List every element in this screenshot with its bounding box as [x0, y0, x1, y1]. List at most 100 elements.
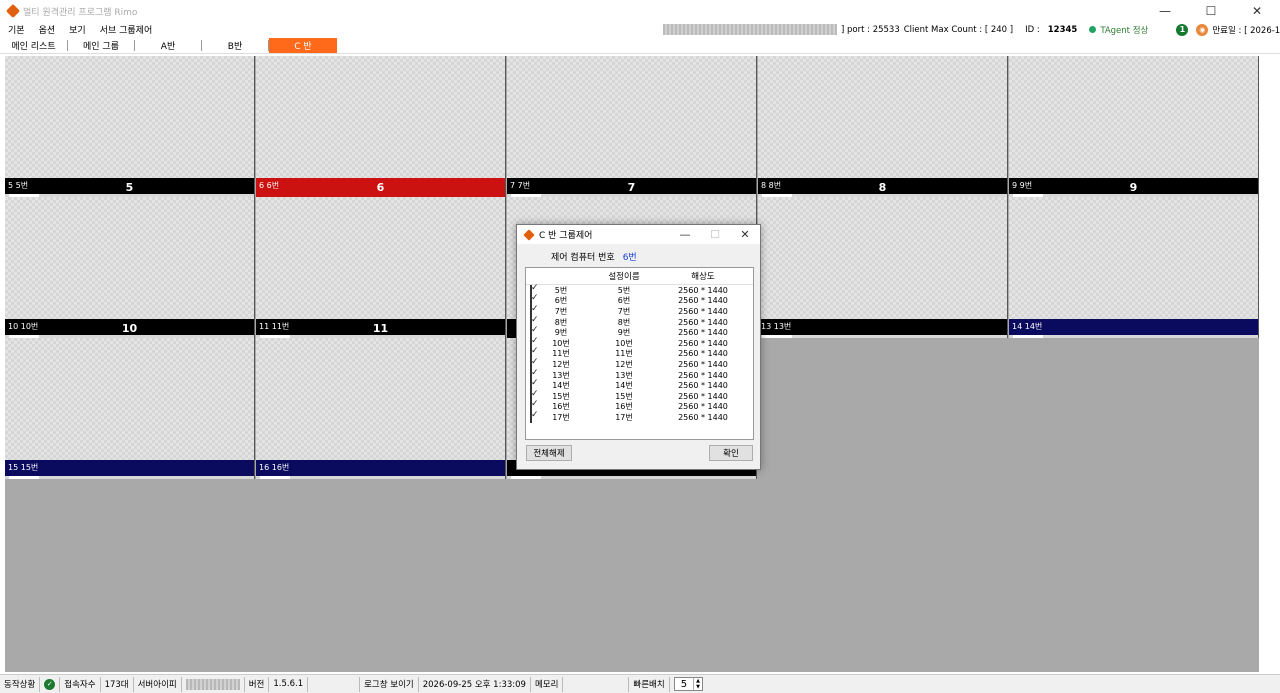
tile-bar: 9 9번 9 [1009, 178, 1258, 197]
expiry-date: 만료일 : [ 2026-12-19 (85 [1212, 25, 1280, 36]
list-row[interactable]: 13번 13번 2560 * 1440 [526, 369, 753, 381]
screen-tile-16[interactable]: 16 16번 [256, 338, 506, 479]
deselect-all-button[interactable]: 전체해제 [526, 445, 572, 461]
quick-layout-stepper[interactable]: 5 ▲ ▼ [673, 677, 704, 691]
computer-list[interactable]: 설정이름 해상도 5번5번2560 * 14406번6번2560 * 14407… [525, 267, 754, 440]
agent-status: TAgent 정상 [1100, 25, 1149, 36]
row-name: 17번 [615, 412, 633, 422]
tab-main-group[interactable]: 메인 그룹 [68, 40, 135, 52]
notification-badge[interactable]: 1 [1176, 23, 1189, 36]
tile-bar: 11 11번 11 [256, 319, 505, 338]
list-row[interactable]: 11번 11번 2560 * 1440 [526, 348, 753, 360]
taskbar-strip [5, 476, 254, 479]
quick-layout-label: 빠른배치 [629, 676, 670, 692]
group-tab-bar: 메인 리스트 메인 그룹 A반 B반 C 반 [0, 38, 1280, 54]
row-checkbox[interactable] [530, 411, 532, 423]
list-row[interactable]: 6번 6번 2560 * 1440 [526, 295, 753, 307]
row-resolution: 2560 * 1440 [678, 328, 728, 338]
dialog-close-button[interactable]: ✕ [730, 225, 760, 244]
row-resolution: 2560 * 1440 [678, 391, 728, 401]
close-button[interactable]: ✕ [1234, 0, 1280, 22]
screen-tile-9[interactable]: 9 9번 9 [1009, 56, 1259, 197]
row-resolution: 2560 * 1440 [678, 296, 728, 306]
taskbar-strip [1009, 335, 1258, 338]
server-ip-value [182, 676, 245, 692]
row-resolution: 2560 * 1440 [678, 381, 728, 391]
screen-tile-7[interactable]: 7 7번 7 [507, 56, 757, 197]
client-max-count: Client Max Count : [ 240 ] [903, 24, 1014, 35]
row-name: 16번 [615, 402, 633, 412]
stepper-down-icon[interactable]: ▼ [694, 684, 702, 690]
tile-number: 11 [372, 322, 389, 335]
row-name: 9번 [617, 328, 631, 338]
list-row[interactable]: 5번 5번 2560 * 1440 [526, 284, 753, 296]
list-row[interactable]: 10번 10번 2560 * 1440 [526, 337, 753, 349]
list-row[interactable]: 17번 17번 2560 * 1440 [526, 411, 753, 423]
maximize-button[interactable]: ☐ [1188, 0, 1234, 22]
list-header: 설정이름 해상도 [526, 268, 753, 285]
confirm-button[interactable]: 확인 [709, 445, 753, 461]
dialog-minimize-button[interactable]: — [670, 225, 700, 244]
row-resolution: 2560 * 1440 [678, 359, 728, 369]
tab-class-b[interactable]: B반 [202, 40, 269, 52]
row-number: 14번 [552, 381, 570, 391]
list-row[interactable]: 16번 16번 2560 * 1440 [526, 401, 753, 413]
menu-view[interactable]: 보기 [63, 23, 92, 36]
tab-class-c[interactable]: C 반 [269, 38, 337, 53]
row-number: 8번 [554, 317, 568, 327]
screen-tile-8[interactable]: 8 8번 8 [758, 56, 1008, 197]
stepper-arrows[interactable]: ▲ ▼ [693, 678, 702, 690]
status-ok: ✓ [40, 676, 61, 692]
list-row[interactable]: 12번 12번 2560 * 1440 [526, 358, 753, 370]
screen-tile-6[interactable]: 6 6번 6 [256, 56, 506, 197]
row-name: 14번 [615, 381, 633, 391]
screen-tile-15[interactable]: 15 15번 [5, 338, 255, 479]
tile-label: 16 16번 [259, 463, 290, 472]
list-row[interactable]: 7번 7번 2560 * 1440 [526, 305, 753, 317]
menu-options[interactable]: 옵션 [33, 23, 62, 36]
tile-number: 8 [878, 181, 887, 194]
list-row[interactable]: 14번 14번 2560 * 1440 [526, 380, 753, 392]
rss-icon[interactable]: ◉ [1196, 23, 1209, 36]
list-row[interactable]: 8번 8번 2560 * 1440 [526, 316, 753, 328]
quick-layout-value[interactable]: 5 [675, 679, 693, 690]
dialog-maximize-button: ☐ [710, 228, 720, 241]
tab-class-a[interactable]: A반 [135, 40, 202, 52]
row-resolution: 2560 * 1440 [678, 285, 728, 295]
status-spacer [308, 676, 361, 692]
server-address-masked [663, 24, 837, 35]
list-row[interactable]: 15번 15번 2560 * 1440 [526, 390, 753, 402]
row-resolution: 2560 * 1440 [678, 317, 728, 327]
tile-label: 15 15번 [8, 463, 39, 472]
menu-bar: 기본 옵션 보기 서브 그룹제어 ] port : 25533 Client M… [0, 22, 1280, 37]
screen-tile-14[interactable]: 14 14번 [1009, 197, 1259, 338]
window-controls: — ☐ ✕ [1142, 0, 1280, 22]
row-number: 13번 [552, 370, 570, 380]
menu-sub-group-control[interactable]: 서브 그룹제어 [94, 23, 159, 36]
row-name: 10번 [615, 338, 633, 348]
show-log-button[interactable]: 로그창 보이기 [360, 676, 419, 692]
row-resolution: 2560 * 1440 [678, 402, 728, 412]
menu-basic[interactable]: 기본 [2, 23, 31, 36]
screen-tile-5[interactable]: 5 5번 5 [5, 56, 255, 197]
tab-main-list[interactable]: 메인 리스트 [0, 40, 68, 52]
screen-tile-11[interactable]: 11 11번 11 [256, 197, 506, 338]
minimize-button[interactable]: — [1142, 0, 1188, 22]
memory-label: 메모리 [531, 676, 564, 692]
tile-bar: 14 14번 [1009, 319, 1258, 338]
tile-label: 13 13번 [761, 322, 792, 331]
tile-label: 14 14번 [1012, 322, 1043, 331]
list-row[interactable]: 9번 9번 2560 * 1440 [526, 327, 753, 339]
tile-bar: 10 10번 10 [5, 319, 254, 338]
screen-tile-10[interactable]: 10 10번 10 [5, 197, 255, 338]
column-name-header[interactable]: 설정이름 [574, 270, 674, 282]
id-value: 12345 [1047, 24, 1078, 35]
row-name: 8번 [617, 317, 631, 327]
tile-number: 7 [627, 181, 636, 194]
datetime: 2026-09-25 오후 1:33:09 [419, 676, 531, 692]
app-logo-icon [523, 228, 535, 241]
column-resolution-header[interactable]: 해상도 [674, 270, 732, 282]
control-computer-value: 6번 [622, 253, 637, 263]
screen-tile-13[interactable]: 13 13번 [758, 197, 1008, 338]
app-logo-icon [5, 3, 21, 19]
